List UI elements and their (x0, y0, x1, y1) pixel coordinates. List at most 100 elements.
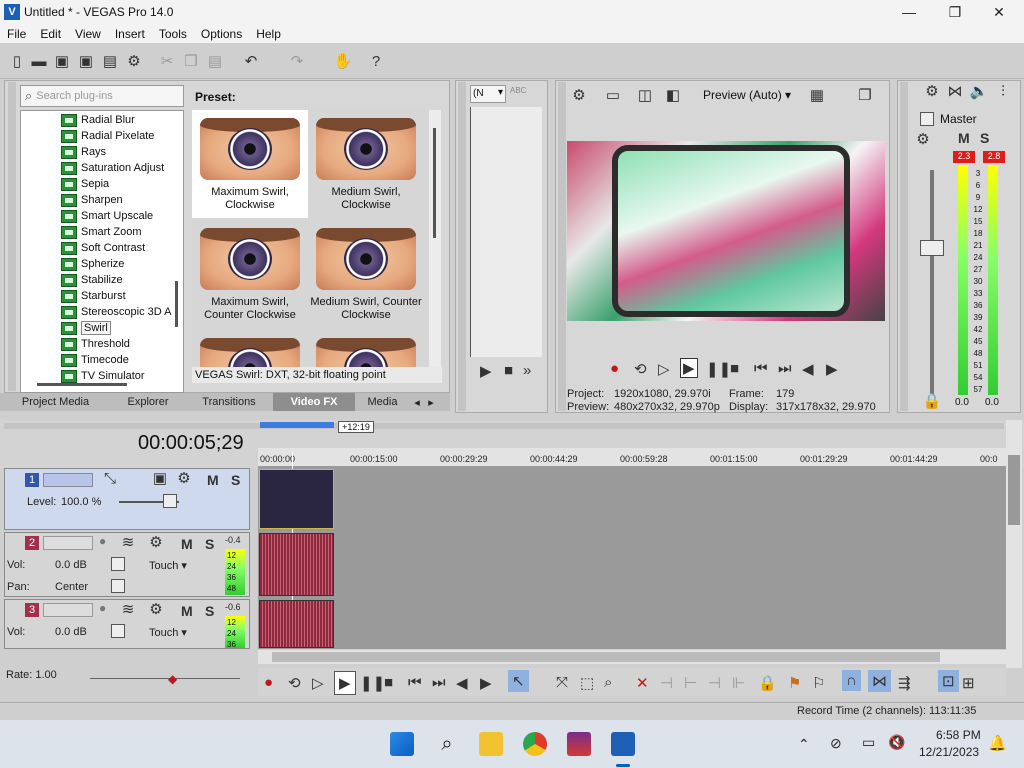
play-from-start-icon[interactable]: ▷ (658, 360, 670, 378)
time-ruler[interactable]: 00:00:00 00:00:15:00 00:00:29:29 00:00:4… (258, 448, 1006, 466)
downmix-icon[interactable]: ⋈ (946, 82, 964, 100)
normal-edit-tool-icon[interactable]: ↖ (508, 670, 529, 692)
audio-track-header[interactable]: 3 ● ≋ ⚙ M S -0.6 Vol: 0.0 dB Touch ▾ 12 2… (4, 599, 250, 649)
play-icon[interactable]: ▶ (680, 358, 698, 378)
invert-phase-icon[interactable]: ≋ (119, 533, 137, 551)
mute-button[interactable]: M (207, 472, 219, 488)
plugin-item[interactable]: Saturation Adjust (61, 160, 164, 176)
trim-start-icon[interactable]: ⊢ (684, 674, 697, 692)
tab-scroll-right-icon[interactable]: ▸ (424, 393, 438, 411)
master-fx-icon[interactable] (920, 112, 934, 126)
arm-record-icon[interactable]: ● (99, 601, 106, 615)
menu-edit[interactable]: Edit (33, 27, 68, 41)
save-icon[interactable]: ▣ (53, 52, 71, 70)
search-icon[interactable]: ⌕ (435, 732, 459, 756)
plugin-item[interactable]: Smart Zoom (61, 224, 142, 240)
track-name-field[interactable] (43, 603, 93, 617)
stop-icon[interactable]: ■ (384, 674, 393, 691)
auto-crossfade-icon[interactable]: ⋈ (868, 670, 891, 692)
split-screen-icon[interactable]: ◫ (636, 86, 654, 104)
rate-slider-handle[interactable]: ◆ (168, 672, 177, 686)
track-name-field[interactable] (43, 536, 93, 550)
record-icon[interactable]: ● (610, 360, 619, 377)
ignore-grouping-icon[interactable]: ⊞ (962, 674, 975, 692)
plugin-item[interactable]: Radial Blur (61, 112, 135, 128)
tree-hscrollbar-thumb[interactable] (37, 383, 127, 386)
go-to-start-icon[interactable]: ⏮ (408, 674, 422, 691)
overlay-icon[interactable]: ◧ (664, 86, 682, 104)
panel-grip[interactable] (8, 82, 16, 391)
menu-help[interactable]: Help (249, 27, 288, 41)
menu-options[interactable]: Options (194, 27, 249, 41)
go-to-start-icon[interactable]: ⏮ (754, 360, 768, 377)
envelope-tool-icon[interactable]: ⤧ (556, 674, 568, 691)
track-fx-icon[interactable]: ⚙ (147, 600, 165, 618)
search-input[interactable]: ⌕ Search plug-ins (20, 85, 184, 107)
vol-slider[interactable] (111, 624, 125, 638)
winrar-icon[interactable] (567, 732, 591, 756)
grid-icon[interactable]: ▦ (808, 86, 826, 104)
copy-snapshot-icon[interactable]: ❐ (856, 86, 874, 104)
external-monitor-icon[interactable]: ▭ (604, 86, 622, 104)
video-track-header[interactable]: 1 ⤡ ▣ ⚙ M S Level: 100.0 % (4, 468, 250, 530)
solo-button[interactable]: S (980, 130, 989, 146)
stop-icon[interactable]: ■ (504, 362, 513, 379)
display-icon[interactable]: ▭ (862, 734, 875, 751)
next-frame-icon[interactable]: ▶ (826, 360, 838, 378)
copy-icon[interactable]: ❐ (182, 52, 200, 70)
mute-button[interactable]: M (181, 536, 193, 552)
chrome-icon[interactable] (523, 732, 547, 756)
trimmer-select[interactable]: (N ▾ (470, 85, 506, 103)
preview-quality-select[interactable]: Preview (Auto) ▾ (703, 88, 791, 102)
vegas-taskbar-icon[interactable] (611, 732, 635, 756)
tree-scrollbar-thumb[interactable] (175, 281, 178, 327)
loop-icon[interactable]: ⟲ (288, 674, 301, 692)
next-frame-icon[interactable]: ▶ (480, 674, 492, 692)
plugin-item-selected[interactable]: Swirl (61, 320, 111, 336)
notification-bell-icon[interactable]: 🔔 (988, 734, 1007, 752)
clock-date[interactable]: 12/21/2023 (919, 745, 979, 759)
snapping-icon[interactable]: ∩ (842, 670, 861, 691)
vol-slider[interactable] (111, 557, 125, 571)
play-icon[interactable]: ▶ (480, 362, 492, 380)
panel-grip[interactable] (900, 82, 908, 411)
tab-transitions[interactable]: Transitions (185, 393, 273, 411)
loop-region-bar[interactable] (260, 422, 334, 428)
tab-media[interactable]: Media (355, 393, 410, 411)
trimmer-area[interactable] (470, 107, 542, 357)
whats-this-help-icon[interactable]: ? (367, 52, 385, 70)
preset-tile[interactable]: Medium Swirl, Clockwise (308, 110, 424, 218)
audio-track-header[interactable]: 2 ● ≋ ⚙ M S -0.4 Vol: 0.0 dB Touch ▾ Pan… (4, 532, 250, 597)
plugin-item[interactable]: Sepia (61, 176, 109, 192)
selection-tool-icon[interactable]: ⬚ (580, 674, 594, 692)
plugin-item[interactable]: Threshold (61, 336, 130, 352)
preset-tile[interactable]: Maximum Swirl, Counter Clockwise (192, 220, 308, 328)
panel-grip[interactable] (558, 82, 566, 411)
tab-scroll-left-icon[interactable]: ◂ (410, 393, 424, 411)
panel-grip[interactable] (458, 82, 466, 411)
pan-slider[interactable] (111, 579, 125, 593)
plugin-item[interactable]: Sharpen (61, 192, 123, 208)
plugin-item[interactable]: Starburst (61, 288, 126, 304)
track-name-field[interactable] (43, 473, 93, 487)
plugin-item[interactable]: Soft Contrast (61, 240, 145, 256)
automation-mode[interactable]: Touch ▾ (149, 626, 187, 639)
previous-frame-icon[interactable]: ◀ (456, 674, 468, 692)
delete-icon[interactable]: ✕ (636, 674, 649, 692)
zoom-tool-icon[interactable]: ⌕ (604, 674, 612, 691)
trim-icon[interactable]: ⊣ (660, 674, 673, 692)
menu-insert[interactable]: Insert (108, 27, 152, 41)
plugin-item[interactable]: TV Simulator (61, 368, 145, 384)
fast-forward-icon[interactable]: » (523, 362, 531, 379)
track-area[interactable] (258, 466, 1006, 649)
video-clip[interactable] (259, 469, 334, 529)
audio-clip[interactable] (259, 600, 334, 648)
maximize-button[interactable]: ❐ (932, 0, 978, 24)
track-fx-icon[interactable]: ⚙ (147, 533, 165, 551)
gear-icon[interactable]: ⚙ (570, 86, 588, 104)
solo-button[interactable]: S (205, 536, 214, 552)
record-icon[interactable]: ● (264, 674, 273, 691)
solo-button[interactable]: S (205, 603, 214, 619)
cut-icon[interactable]: ✂ (158, 52, 176, 70)
lock-envelopes-icon[interactable]: ⊡ (938, 670, 959, 692)
